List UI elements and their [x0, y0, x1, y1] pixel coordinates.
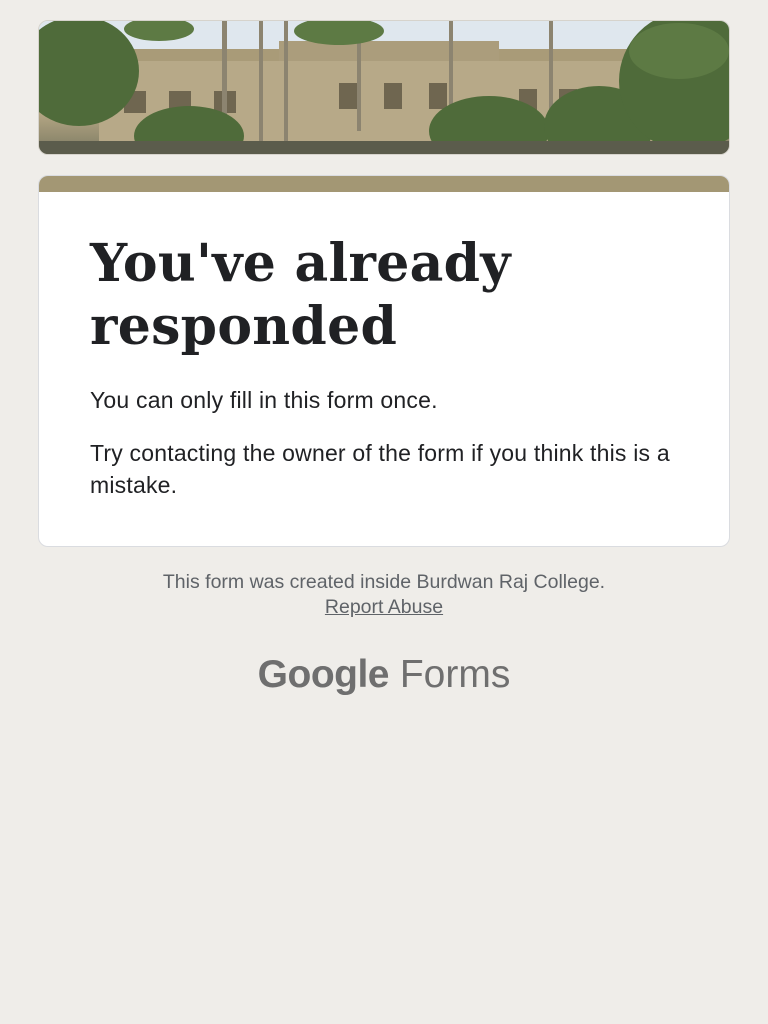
google-forms-logo[interactable]: Google Forms	[0, 650, 768, 700]
once-only-message: You can only fill in this form once.	[90, 387, 438, 413]
contact-owner-message: Try contacting the owner of the form if …	[90, 440, 670, 498]
created-inside-text: This form was created inside Burdwan Raj…	[162, 571, 606, 593]
page-title: You've already responded	[90, 233, 511, 357]
header-banner-image	[38, 20, 730, 155]
message-card: You've already responded You can only fi…	[38, 175, 730, 547]
logo-google-text: Google	[257, 653, 390, 696]
report-abuse-link[interactable]: Report Abuse	[325, 595, 443, 620]
footer: This form was created inside Burdwan Raj…	[0, 570, 768, 620]
card-accent-bar	[39, 176, 729, 192]
logo-forms-text: Forms	[399, 653, 511, 696]
